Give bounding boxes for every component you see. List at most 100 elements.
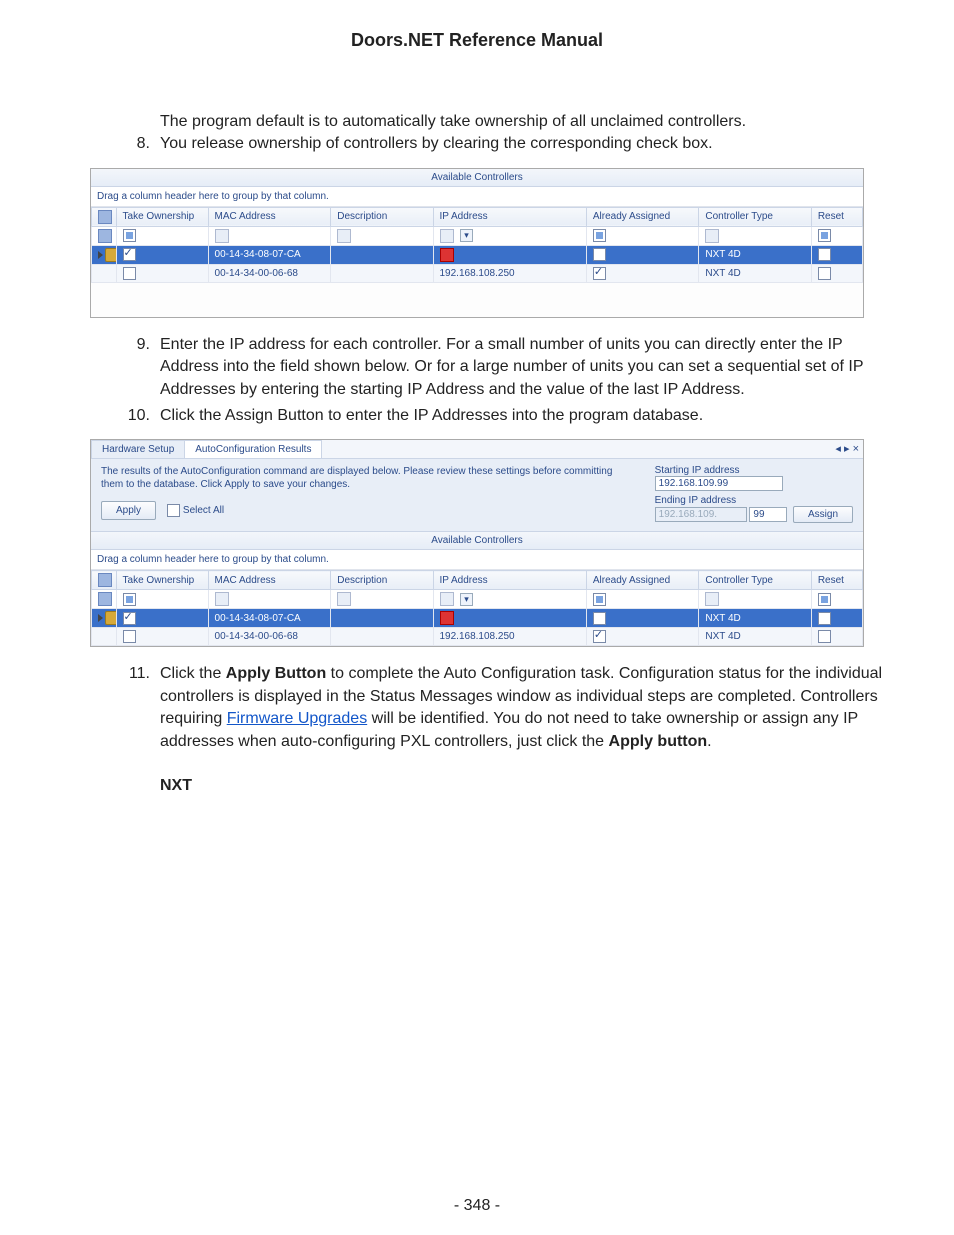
filter-row[interactable]: ▾	[92, 226, 863, 245]
page-number: - 348 -	[0, 1197, 954, 1215]
filter-take-checkbox[interactable]	[123, 593, 136, 606]
step-text: You release ownership of controllers by …	[160, 135, 713, 152]
type-cell: NXT 4D	[699, 628, 811, 646]
col-mac[interactable]: MAC Address	[208, 207, 331, 226]
filter-mac-icon[interactable]	[215, 229, 229, 243]
step-9: 9. Enter the IP address for each control…	[120, 334, 884, 401]
reset-checkbox[interactable]	[818, 612, 831, 625]
table-row[interactable]: 00-14-34-08-07-CA NXT 4D	[92, 609, 863, 628]
controllers-table: Take Ownership MAC Address Description I…	[91, 570, 863, 646]
filter-take-checkbox[interactable]	[123, 229, 136, 242]
col-ip[interactable]: IP Address	[433, 207, 586, 226]
filter-desc-icon[interactable]	[337, 229, 351, 243]
controllers-table: Take Ownership MAC Address Description I…	[91, 207, 863, 283]
filter-assigned-checkbox[interactable]	[593, 593, 606, 606]
filter-ip-icon[interactable]	[440, 592, 454, 606]
desc-cell[interactable]	[331, 245, 433, 264]
grid-title: Available Controllers	[91, 532, 863, 550]
step-text: Click the Apply Button to complete the A…	[160, 665, 882, 749]
type-cell: NXT 4D	[699, 609, 811, 628]
screenshot-autoconfig-results: Hardware Setup AutoConfiguration Results…	[90, 439, 864, 647]
filter-reset-checkbox[interactable]	[818, 593, 831, 606]
lock-icon	[105, 611, 116, 625]
desc-cell[interactable]	[331, 628, 433, 646]
take-ownership-checkbox[interactable]	[123, 630, 136, 643]
filter-reset-checkbox[interactable]	[818, 229, 831, 242]
table-row[interactable]: 00-14-34-00-06-68 192.168.108.250 NXT 4D	[92, 628, 863, 646]
page-title: Doors.NET Reference Manual	[60, 30, 894, 51]
take-ownership-checkbox[interactable]	[123, 612, 136, 625]
starting-ip-input[interactable]	[655, 476, 783, 491]
ip-dropdown-icon[interactable]: ▾	[460, 229, 473, 242]
apply-button[interactable]: Apply	[101, 501, 156, 520]
select-all-checkbox[interactable]	[167, 504, 180, 517]
filter-type-icon[interactable]	[705, 592, 719, 606]
ip-dropdown-icon[interactable]: ▾	[460, 593, 473, 606]
col-assigned[interactable]: Already Assigned	[586, 207, 698, 226]
step-8: 8. You release ownership of controllers …	[120, 133, 884, 155]
ending-ip-last-input[interactable]	[749, 507, 787, 522]
assign-button[interactable]: Assign	[793, 506, 853, 523]
instruction-text: The results of the AutoConfiguration com…	[101, 465, 635, 491]
assigned-checkbox[interactable]	[593, 630, 606, 643]
col-assigned[interactable]: Already Assigned	[586, 571, 698, 590]
table-row[interactable]: 00-14-34-00-06-68 192.168.108.250 NXT 4D	[92, 264, 863, 282]
assigned-checkbox[interactable]	[593, 248, 606, 261]
col-take-ownership[interactable]: Take Ownership	[116, 571, 208, 590]
filter-mac-icon[interactable]	[215, 592, 229, 606]
step-11: 11. Click the Apply Button to complete t…	[120, 663, 884, 753]
column-selector-icon[interactable]	[92, 571, 117, 590]
apply-button-label-2: Apply button	[609, 733, 708, 750]
take-ownership-checkbox[interactable]	[123, 248, 136, 261]
desc-cell[interactable]	[331, 264, 433, 282]
take-ownership-checkbox[interactable]	[123, 267, 136, 280]
close-icon[interactable]: ×	[853, 443, 859, 455]
col-reset[interactable]: Reset	[811, 207, 862, 226]
tab-autoconfig-results[interactable]: AutoConfiguration Results	[184, 440, 322, 458]
filter-icon[interactable]	[98, 229, 112, 243]
col-mac[interactable]: MAC Address	[208, 571, 331, 590]
mac-cell: 00-14-34-00-06-68	[208, 264, 331, 282]
col-type[interactable]: Controller Type	[699, 207, 811, 226]
group-by-hint[interactable]: Drag a column header here to group by th…	[91, 550, 863, 570]
step-number: 9.	[120, 334, 150, 356]
filter-row[interactable]: ▾	[92, 590, 863, 609]
step-number: 11.	[120, 663, 150, 685]
firmware-upgrades-link[interactable]: Firmware Upgrades	[227, 710, 367, 727]
table-row[interactable]: 00-14-34-08-07-CA NXT 4D	[92, 245, 863, 264]
step-text: Enter the IP address for each controller…	[160, 336, 863, 398]
select-all-label: Select All	[183, 505, 224, 516]
column-selector-icon[interactable]	[92, 207, 117, 226]
ip-cell[interactable]: 192.168.108.250	[433, 628, 586, 646]
col-description[interactable]: Description	[331, 571, 433, 590]
filter-assigned-checkbox[interactable]	[593, 229, 606, 242]
col-reset[interactable]: Reset	[811, 571, 862, 590]
assigned-checkbox[interactable]	[593, 267, 606, 280]
step-number: 8.	[120, 133, 150, 155]
reset-checkbox[interactable]	[818, 267, 831, 280]
col-description[interactable]: Description	[331, 207, 433, 226]
filter-desc-icon[interactable]	[337, 592, 351, 606]
reset-checkbox[interactable]	[818, 248, 831, 261]
section-heading-nxt: NXT	[160, 777, 894, 795]
ending-ip-label: Ending IP address	[655, 495, 853, 506]
tab-hardware-setup[interactable]: Hardware Setup	[91, 440, 185, 458]
ending-ip-prefix-input	[655, 507, 747, 522]
reset-checkbox[interactable]	[818, 630, 831, 643]
col-type[interactable]: Controller Type	[699, 571, 811, 590]
step-text: Click the Assign Button to enter the IP …	[160, 407, 703, 424]
type-cell: NXT 4D	[699, 264, 811, 282]
col-ip[interactable]: IP Address	[433, 571, 586, 590]
filter-ip-icon[interactable]	[440, 229, 454, 243]
ip-cell[interactable]: 192.168.108.250	[433, 264, 586, 282]
filter-type-icon[interactable]	[705, 229, 719, 243]
starting-ip-label: Starting IP address	[655, 465, 853, 476]
filter-icon[interactable]	[98, 592, 112, 606]
col-take-ownership[interactable]: Take Ownership	[116, 207, 208, 226]
desc-cell[interactable]	[331, 609, 433, 628]
group-by-hint[interactable]: Drag a column header here to group by th…	[91, 187, 863, 207]
tab-nav-icons[interactable]: ◂ ▸ ×	[831, 440, 863, 458]
assigned-checkbox[interactable]	[593, 612, 606, 625]
mac-cell: 00-14-34-08-07-CA	[208, 245, 331, 264]
tab-bar: Hardware Setup AutoConfiguration Results…	[91, 440, 863, 459]
